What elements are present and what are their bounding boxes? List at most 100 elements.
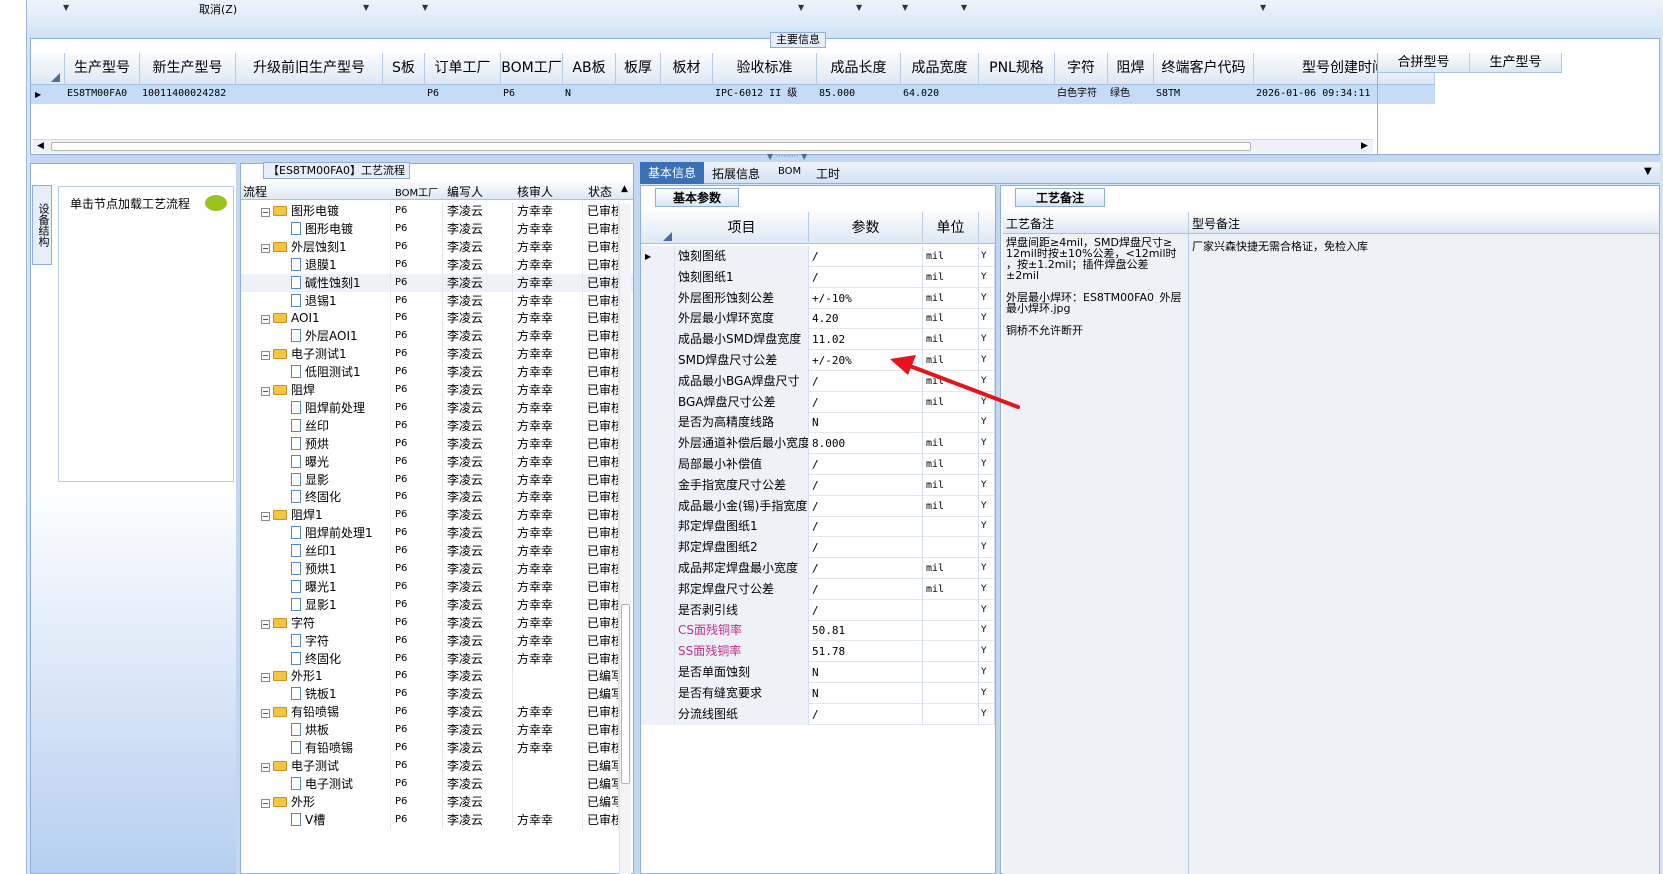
col-header[interactable]: PNL规格 — [979, 53, 1055, 85]
param-row[interactable]: CS面残铜率 50.81 Y — [641, 620, 995, 642]
tree-node[interactable]: − AOI1 — [241, 309, 391, 328]
dropdown-arrow-icon[interactable]: ▼ — [798, 3, 804, 12]
collapse-icon[interactable]: − — [261, 315, 270, 325]
param-value[interactable]: / — [809, 454, 923, 475]
tree-node[interactable]: 终固化 — [241, 649, 391, 668]
param-value[interactable]: 4.20 — [809, 308, 923, 330]
tree-row[interactable]: 阻焊前处理 P6李凌云方幸幸已审核 — [241, 398, 633, 417]
tree-row[interactable]: 烘板 P6李凌云方幸幸已审核 — [241, 721, 633, 740]
dropdown-arrow-icon[interactable]: ▼ — [902, 3, 908, 12]
param-row[interactable]: 邦定焊盘图纸2/ Y — [641, 537, 995, 559]
tree-node[interactable]: − 字符 — [241, 613, 391, 632]
col-header[interactable]: AB板 — [563, 53, 616, 85]
tree-node[interactable]: 铣板1 — [241, 685, 391, 704]
tree-node[interactable]: − 有铅喷锡 — [241, 703, 391, 722]
param-row[interactable]: 蚀刻图纸1/mil Y — [641, 266, 995, 288]
tree-node[interactable]: 有铅喷锡 — [241, 739, 391, 757]
col-header[interactable]: 成品宽度 — [901, 53, 979, 85]
col-header[interactable]: 流程 — [243, 183, 267, 200]
tree-node[interactable]: 碱性蚀刻1 — [241, 273, 391, 292]
dropdown-arrow-icon[interactable]: ▼ — [1260, 3, 1266, 12]
tree-node[interactable]: − 阻焊 — [241, 381, 391, 399]
table-row[interactable]: ▶ ES8TM00FA0 10011400024282 P6 P6 N IPC-6012 I… — [31, 85, 1435, 104]
tree-row[interactable]: − 外形 P6李凌云 已编写 — [241, 792, 633, 811]
col-header[interactable]: 单位 — [923, 212, 979, 244]
tab-extended-info[interactable]: 拓展信息 — [712, 165, 760, 182]
tree-row[interactable]: − 阻焊 P6李凌云方幸幸已审核 — [241, 381, 633, 399]
tree-node[interactable]: − 电子测试 — [241, 756, 391, 775]
param-row[interactable]: SS面残铜率 51.78 Y — [641, 641, 995, 663]
tree-row[interactable]: 字符 P6李凌云方幸幸已审核 — [241, 631, 633, 650]
tree-row[interactable]: − 电子测试 P6李凌云 已编写 — [241, 756, 633, 775]
tree-node[interactable]: 丝印1 — [241, 542, 391, 561]
tree-node[interactable]: 显影 — [241, 470, 391, 489]
scroll-right-icon[interactable]: ▶ — [1361, 141, 1368, 151]
dropdown-arrow-icon[interactable]: ▼ — [422, 3, 428, 12]
col-header[interactable]: 终端客户代码 — [1154, 53, 1254, 85]
param-row[interactable]: 成品最小金(锡)手指宽度 / mil Y — [641, 495, 995, 517]
col-header[interactable]: 新生产型号 — [140, 53, 236, 85]
merge-col-header[interactable]: 合拼型号 — [1378, 53, 1470, 73]
collapse-icon[interactable]: − — [261, 798, 270, 808]
tab-basic-info[interactable]: 基本信息 — [640, 162, 704, 184]
param-value[interactable]: / — [809, 558, 923, 579]
tree-row[interactable]: 预烘 P6李凌云方幸幸已审核 — [241, 434, 633, 453]
collapse-icon[interactable]: − — [261, 709, 270, 719]
tree-node[interactable]: 显影1 — [241, 595, 391, 614]
col-header[interactable]: 升级前旧生产型号 — [236, 53, 383, 85]
tree-row[interactable]: 显影 P6李凌云方幸幸已审核 — [241, 470, 633, 489]
tree-node[interactable]: 曝光 — [241, 452, 391, 471]
tab-work-hours[interactable]: 工时 — [816, 165, 840, 182]
tree-node[interactable]: 字符 — [241, 631, 391, 650]
tree-row[interactable]: 有铅喷锡 P6李凌云方幸幸已审核 — [241, 739, 633, 757]
tree-row[interactable]: 终固化 P6李凌云方幸幸已审核 — [241, 488, 633, 507]
horizontal-scrollbar[interactable]: ◀ ▶ — [33, 139, 1373, 153]
tree-node[interactable]: 外层AOI1 — [241, 327, 391, 346]
param-row[interactable]: 是否剥引线 / Y — [641, 599, 995, 621]
tree-row[interactable]: 丝印1 P6李凌云方幸幸已审核 — [241, 542, 633, 561]
tree-row[interactable]: 低阻测试1 P6李凌云方幸幸已审核 — [241, 363, 633, 382]
tree-row[interactable]: 退锡1 P6李凌云方幸幸已审核 — [241, 291, 633, 310]
tree-node[interactable]: 图形电镀 — [241, 219, 391, 238]
param-value[interactable]: / — [809, 703, 923, 725]
tree-row[interactable]: − 有铅喷锡 P6李凌云方幸幸已审核 — [241, 703, 633, 722]
merge-col-header[interactable]: 生产型号 — [1470, 53, 1562, 73]
tab-process-notes[interactable]: 工艺备注 — [1015, 188, 1105, 207]
param-value[interactable]: N — [809, 682, 923, 704]
tree-row[interactable]: 阻焊前处理1 P6李凌云方幸幸已审核 — [241, 524, 633, 543]
param-value[interactable]: 50.81 — [809, 620, 923, 642]
param-value[interactable]: 8.000 — [809, 433, 923, 455]
tree-row[interactable]: − 字符 P6李凌云方幸幸已审核 — [241, 613, 633, 632]
scroll-left-icon[interactable]: ◀ — [37, 141, 44, 151]
param-value[interactable]: +/-10% — [809, 287, 923, 309]
param-row[interactable]: 外层图形蚀刻公差 +/-10% mil Y — [641, 287, 995, 309]
tree-row[interactable]: − AOI1 P6李凌云方幸幸已审核 — [241, 309, 633, 328]
col-header[interactable]: 订单工厂 — [425, 53, 501, 85]
tree-node[interactable]: 预烘 — [241, 434, 391, 453]
col-header[interactable]: BOM工厂 — [395, 184, 438, 199]
model-note-cell[interactable]: 厂家兴森快捷无需合格证，免检入库 — [1189, 234, 1659, 874]
tree-node[interactable]: − 外层蚀刻1 — [241, 237, 391, 256]
col-header[interactable]: 状态 — [588, 183, 612, 200]
tree-node[interactable]: 退膜1 — [241, 255, 391, 274]
tree-node[interactable]: − 外形 — [241, 792, 391, 811]
dropdown-arrow-icon[interactable]: ▼ — [363, 3, 369, 12]
tree-row[interactable]: − 电子测试1 P6李凌云方幸幸已审核 — [241, 345, 633, 364]
tree-row[interactable]: − 外层蚀刻1 P6李凌云方幸幸已审核 — [241, 237, 633, 256]
col-header[interactable]: 核审人 — [517, 183, 553, 200]
tree-node[interactable]: 电子测试 — [241, 774, 391, 793]
param-row[interactable]: 邦定焊盘尺寸公差 / mil Y — [641, 578, 995, 600]
col-header[interactable]: 工艺备注 — [1006, 215, 1054, 232]
sort-up-icon[interactable]: ▲ — [621, 184, 628, 194]
col-header[interactable]: BOM工厂 — [501, 53, 563, 85]
param-value[interactable]: / — [809, 266, 923, 288]
tree-row[interactable]: 外层AOI1 P6李凌云方幸幸已审核 — [241, 327, 633, 346]
param-value[interactable]: N — [809, 662, 923, 683]
collapse-icon[interactable]: − — [261, 351, 270, 361]
tree-node[interactable]: 丝印 — [241, 416, 391, 435]
collapse-icon[interactable]: − — [261, 208, 270, 217]
collapse-icon[interactable]: − — [261, 512, 270, 522]
tree-row[interactable]: 电子测试 P6李凌云 已编写 — [241, 774, 633, 793]
col-header[interactable]: 参数 — [809, 212, 923, 244]
tree-node[interactable]: 曝光1 — [241, 577, 391, 596]
